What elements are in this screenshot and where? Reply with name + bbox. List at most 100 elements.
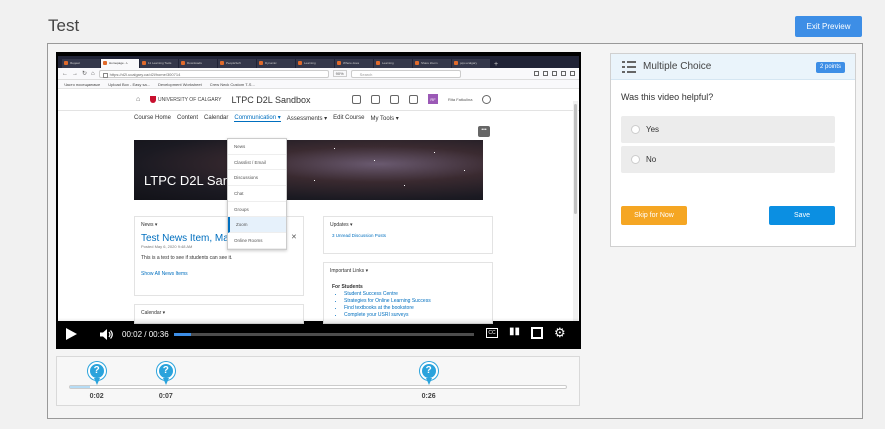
- player-controls: 00:02 / 00:36 CC ▮▮ ⚙: [56, 318, 581, 349]
- dropdown-item: Online Rooms: [228, 233, 286, 249]
- nav-edit-course: Edit Course: [333, 115, 365, 121]
- play-button[interactable]: [66, 328, 77, 340]
- nav-assessments: Assessments ▾: [286, 115, 328, 122]
- nav-my-tools: My Tools ▾: [370, 115, 399, 122]
- bell-icon: [409, 94, 418, 104]
- page-title: Test: [48, 16, 80, 35]
- radio-button[interactable]: [631, 155, 640, 164]
- option-label: Yes: [646, 125, 660, 134]
- bookmark: Development Worksheet: [158, 81, 202, 87]
- communication-dropdown: News Classlist / Email Discussions Chat …: [227, 138, 287, 250]
- question-type: Multiple Choice: [643, 61, 712, 72]
- dropdown-item: Groups: [228, 202, 286, 218]
- volume-icon[interactable]: [100, 329, 114, 340]
- browser-tab: Where does: [335, 59, 373, 68]
- timeline-track[interactable]: [69, 385, 567, 389]
- browser-tab: Homepage - L: [101, 59, 139, 68]
- screen-recording: Яндекс Homepage - L 11 Learning Tools Do…: [58, 56, 579, 324]
- question-text: Was this video helpful?: [621, 92, 714, 102]
- browser-tab: pqs.ucalgary: [452, 59, 490, 68]
- updates-widget: Updates ▾ 3 Unread Discussion Posts: [323, 216, 493, 254]
- d2l-header-tools: RF Rita Fatkulina: [352, 94, 492, 104]
- dropdown-item: News: [228, 139, 286, 155]
- question-panel: Multiple Choice 2 points Was this video …: [610, 53, 856, 247]
- unread-posts-link: 3 Unread Discussion Posts: [332, 233, 387, 238]
- user-name: Rita Fatkulina: [448, 96, 473, 102]
- captions-button[interactable]: CC: [486, 328, 498, 338]
- bookmark: Crew Neck Custom T-S...: [209, 81, 255, 87]
- save-button[interactable]: Save: [769, 206, 835, 225]
- link-item: Student Success Centre: [344, 291, 492, 297]
- browser-tab-bar: Яндекс Homepage - L 11 Learning Tools Do…: [58, 56, 579, 68]
- option-label: No: [646, 155, 657, 164]
- timeline-marker-label: 0:07: [158, 393, 173, 400]
- dropdown-item-highlighted: Zoom: [228, 217, 286, 234]
- timeline-marker-label: 0:02: [89, 393, 104, 400]
- exit-preview-button[interactable]: Exit Preview: [795, 16, 862, 37]
- back-icon: ←: [62, 70, 68, 77]
- bookmarks-bar: Часто посещаемые Upload Box - Easy sa...…: [58, 80, 579, 89]
- fullscreen-button[interactable]: [531, 327, 543, 339]
- browser-url-bar: ← → ↻ ⌂ https://d2l.ucalgary.ca/d2l/home…: [58, 68, 579, 80]
- avatar: RF: [428, 94, 438, 104]
- banner-title: LTPC D2L Sand: [144, 173, 238, 188]
- course-navbar: Course Home Content Calendar Communicati…: [58, 111, 579, 125]
- answer-option-no[interactable]: No: [621, 146, 835, 173]
- home-icon: ⌂: [91, 70, 95, 77]
- nav-communication: Communication ▾: [234, 115, 281, 122]
- timeline-marker[interactable]: ?: [419, 362, 438, 385]
- answer-option-yes[interactable]: Yes: [621, 116, 835, 143]
- mail-icon: [371, 94, 380, 104]
- video-progress-fill: [174, 333, 191, 336]
- close-icon: ✕: [291, 234, 297, 241]
- links-subheader: For Students: [332, 284, 363, 290]
- browser-tab: Downloads: [179, 59, 217, 68]
- video-progress-bar[interactable]: [174, 333, 474, 336]
- more-icon: •••: [478, 126, 490, 137]
- video-player[interactable]: Яндекс Homepage - L 11 Learning Tools Do…: [56, 52, 581, 349]
- skip-button[interactable]: Skip for Now: [621, 206, 687, 225]
- new-tab-icon: +: [494, 61, 499, 68]
- rewind-icon[interactable]: ▮▮: [509, 326, 520, 337]
- timeline-marker[interactable]: ?: [87, 362, 106, 385]
- university-logo: UNIVERSITY OF CALGARY: [150, 96, 221, 103]
- dropdown-item: Classlist / Email: [228, 155, 286, 171]
- nav-course-home: Course Home: [134, 115, 172, 121]
- gear-icon: [482, 94, 492, 104]
- browser-toolbar-icons: [534, 71, 575, 76]
- settings-gear-icon[interactable]: ⚙: [554, 325, 566, 341]
- links-list: Student Success Centre Strategies for On…: [324, 291, 492, 318]
- time-display: 00:02 / 00:36: [122, 330, 169, 339]
- news-body: This is a test to see if students can se…: [141, 255, 233, 261]
- chat-icon: [390, 94, 399, 104]
- timeline-marker[interactable]: ?: [156, 362, 175, 385]
- links-header: Important Links ▾: [330, 268, 369, 274]
- browser-tab: Learning: [296, 59, 334, 68]
- timeline-progress-fill: [70, 386, 90, 388]
- browser-tab: 11 Learning Tools: [140, 59, 178, 68]
- course-selector-icon: [352, 94, 361, 104]
- nav-content: Content: [177, 115, 199, 121]
- dropdown-item: Chat: [228, 186, 286, 202]
- zoom-level: 90%: [332, 70, 347, 77]
- points-badge: 2 points: [816, 62, 846, 73]
- bookmark: Часто посещаемые: [64, 81, 101, 87]
- interaction-timeline: ? ? ? 0:02 0:07 0:26: [56, 356, 580, 406]
- course-banner: LTPC D2L Sand: [134, 140, 483, 200]
- radio-button[interactable]: [631, 125, 640, 134]
- show-all-news-link: Show All News Items: [141, 271, 188, 277]
- dropdown-item: Discussions: [228, 170, 286, 187]
- org-name: LTPC D2L Sandbox: [231, 94, 311, 105]
- d2l-home-icon: ⌂: [136, 96, 141, 103]
- preview-page: Test Exit Preview Яндекс Homepage - L 11…: [0, 0, 885, 429]
- browser-tab: Learning: [374, 59, 412, 68]
- browser-tab: PeopleSoft: [218, 59, 256, 68]
- recording-scroll-thumb: [574, 104, 577, 214]
- browser-tab: Dynamic: [257, 59, 295, 68]
- reload-icon: ↻: [82, 71, 88, 77]
- browser-tab: Share Zoom: [413, 59, 451, 68]
- d2l-header: ⌂ UNIVERSITY OF CALGARY LTPC D2L Sandbox…: [58, 89, 579, 111]
- nav-calendar: Calendar: [204, 115, 229, 121]
- forward-icon: →: [72, 70, 78, 77]
- link-item: Find textbooks at the bookstore: [344, 305, 492, 311]
